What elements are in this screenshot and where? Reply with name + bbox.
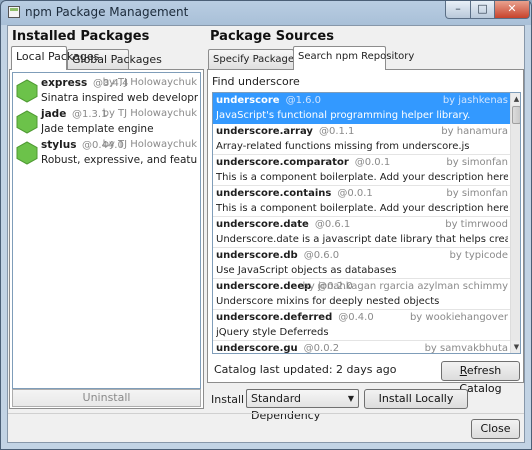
- table-row[interactable]: underscore.date @0.6.1 by timrwood Undersco…: [213, 217, 512, 248]
- install-locally-button[interactable]: Install Locally: [364, 389, 468, 409]
- search-results-viewport: underscore @1.6.0 by jashkenas JavaScript's…: [213, 93, 512, 354]
- find-input[interactable]: underscore: [234, 73, 518, 90]
- local-packages-panel: express @3.4.4 by TJ Holowaychuk Sinatra in…: [9, 69, 204, 409]
- result-version: @0.0.1: [337, 188, 373, 199]
- scroll-down-icon[interactable]: ▼: [511, 341, 520, 353]
- result-name: underscore @1.6.0: [216, 95, 321, 106]
- result-version: @0.1.1: [318, 126, 355, 137]
- result-name-text: underscore.array: [216, 126, 313, 137]
- install-as-value: Standard Dependency: [251, 392, 321, 422]
- table-row[interactable]: underscore.deferred @0.4.0 by wookiehangov…: [213, 310, 512, 341]
- table-row[interactable]: underscore.contains @0.0.1 by simonfan This…: [213, 186, 512, 217]
- result-name: underscore.date @0.6.1: [216, 219, 350, 230]
- search-results-list[interactable]: underscore @1.6.0 by jashkenas JavaScript's…: [212, 92, 521, 354]
- table-row[interactable]: underscore @1.6.0 by jashkenas JavaScript's…: [213, 93, 512, 124]
- result-version: @0.0.2: [303, 343, 340, 354]
- result-version: @0.4.0: [338, 312, 374, 323]
- result-name: underscore.deferred @0.4.0: [216, 312, 374, 323]
- package-description: Robust, expressive, and feature-rich CSS…: [41, 154, 198, 166]
- result-description: jQuery style Deferreds: [216, 327, 329, 338]
- result-author: by simonfan: [446, 157, 508, 168]
- result-name: underscore.gu @0.0.2: [216, 343, 340, 354]
- result-description: This is a component boilerplate. Add you…: [216, 203, 508, 214]
- result-name-text: underscore.date: [216, 219, 309, 230]
- result-version: @0.6.0: [303, 250, 340, 261]
- result-version: @1.6.0: [285, 95, 322, 106]
- scroll-up-icon[interactable]: ▲: [511, 93, 520, 105]
- result-name-text: underscore: [216, 95, 280, 106]
- result-name-text: underscore.db: [216, 250, 298, 261]
- result-name: underscore.array @0.1.1: [216, 126, 354, 137]
- node-hexagon-icon: [16, 141, 38, 165]
- result-name-text: underscore.comparator: [216, 157, 349, 168]
- package-author: by TJ Holowaychuk: [102, 108, 197, 119]
- result-author: by jashkenas: [442, 95, 508, 106]
- window-close-button[interactable]: ✕: [494, 1, 530, 19]
- node-hexagon-icon: [16, 110, 38, 134]
- results-scrollbar[interactable]: ▲ ▼: [510, 93, 520, 353]
- install-as-dropdown[interactable]: Standard Dependency ▼: [246, 389, 359, 422]
- refresh-catalog-button[interactable]: Refresh Catalog: [441, 361, 520, 395]
- tab-specify-package-details[interactable]: Specify Package Details: [208, 49, 332, 70]
- package-author: by TJ Holowaychuk: [102, 139, 197, 150]
- table-row[interactable]: underscore.comparator @0.0.1 by simonfan Th…: [213, 155, 512, 186]
- list-item[interactable]: stylus @0.44.0 by TJ Holowaychuk Robust, ex…: [13, 137, 200, 168]
- minimize-button[interactable]: –: [445, 1, 471, 19]
- result-name-text: underscore.gu: [216, 343, 298, 354]
- result-description: Use JavaScript objects as databases: [216, 265, 397, 276]
- scrollbar-thumb[interactable]: [512, 106, 520, 124]
- package-name: stylus: [41, 139, 77, 151]
- table-row[interactable]: underscore.db @0.6.0 by typicode Use JavaSc…: [213, 248, 512, 279]
- npm-package-management-window: npm Package Management – □ ✕ Installed P…: [0, 0, 532, 450]
- result-author: by hanamura: [441, 126, 508, 137]
- package-description: Sinatra inspired web development framewo…: [41, 92, 198, 104]
- result-description: Underscore.date is a javascript date lib…: [216, 234, 508, 245]
- result-author: by jonahkagan rgarcia azylman schimmy: [302, 281, 508, 292]
- result-author: by wookiehangover: [409, 312, 508, 323]
- uninstall-button[interactable]: Uninstall: [12, 389, 201, 407]
- list-item[interactable]: express @3.4.4 by TJ Holowaychuk Sinatra in…: [13, 75, 200, 106]
- package-name: jade: [41, 108, 67, 120]
- result-name: underscore.contains @0.0.1: [216, 188, 373, 199]
- package-name: express: [41, 77, 88, 89]
- result-description: Underscore mixins for deeply nested obje…: [216, 296, 440, 307]
- result-author: by simonfan: [446, 188, 508, 199]
- result-name-text: underscore.deep: [216, 281, 312, 292]
- title-bar[interactable]: npm Package Management – □ ✕: [1, 1, 531, 23]
- refresh-catalog-mnemonic: R: [459, 364, 467, 377]
- result-author: by timrwood: [445, 219, 508, 230]
- installed-packages-title: Installed Packages: [12, 29, 150, 44]
- list-item[interactable]: jade @1.3.1 by TJ Holowaychuk Jade template…: [13, 106, 200, 137]
- chevron-down-icon: ▼: [347, 394, 354, 403]
- result-description: JavaScript's functional programming help…: [216, 110, 471, 121]
- maximize-button[interactable]: □: [470, 1, 495, 19]
- node-hexagon-icon: [16, 79, 38, 103]
- result-version: @0.6.1: [314, 219, 351, 230]
- result-name: underscore.db @0.6.0: [216, 250, 339, 261]
- close-button[interactable]: Close: [471, 419, 520, 439]
- result-description: Array-related functions missing from und…: [216, 141, 470, 152]
- package-author: by TJ Holowaychuk: [102, 77, 197, 88]
- result-author: by typicode: [449, 250, 508, 261]
- dialog-client-area: Installed Packages Local Packages Global…: [7, 25, 525, 443]
- tab-search-npm-repository[interactable]: Search npm Repository: [293, 46, 414, 70]
- search-npm-repository-panel: Find: underscore underscore @1.6.0 by jash…: [207, 69, 524, 395]
- window-title: npm Package Management: [25, 5, 189, 19]
- npm-app-icon: [8, 6, 20, 18]
- package-sources-title: Package Sources: [210, 29, 334, 44]
- table-row[interactable]: underscore.array @0.1.1 by hanamura Array-r…: [213, 124, 512, 155]
- catalog-status: Catalog last updated: 2 days ago: [214, 363, 397, 376]
- table-row[interactable]: underscore.gu @0.0.2 by samvakbhuta: [213, 341, 512, 354]
- table-row[interactable]: underscore.deep @0.2.0 by jonahkagan rgarc…: [213, 279, 512, 310]
- footer-divider: [8, 413, 524, 414]
- installed-packages-list[interactable]: express @3.4.4 by TJ Holowaychuk Sinatra in…: [12, 72, 201, 389]
- tab-local-packages[interactable]: Local Packages: [11, 46, 99, 70]
- result-description: This is a component boilerplate. Add you…: [216, 172, 508, 183]
- result-name: underscore.comparator @0.0.1: [216, 157, 390, 168]
- result-name-text: underscore.deferred: [216, 312, 333, 323]
- package-description: Jade template engine: [41, 123, 154, 135]
- result-author: by samvakbhuta: [424, 343, 508, 354]
- result-version: @0.0.1: [354, 157, 391, 168]
- result-name-text: underscore.contains: [216, 188, 332, 199]
